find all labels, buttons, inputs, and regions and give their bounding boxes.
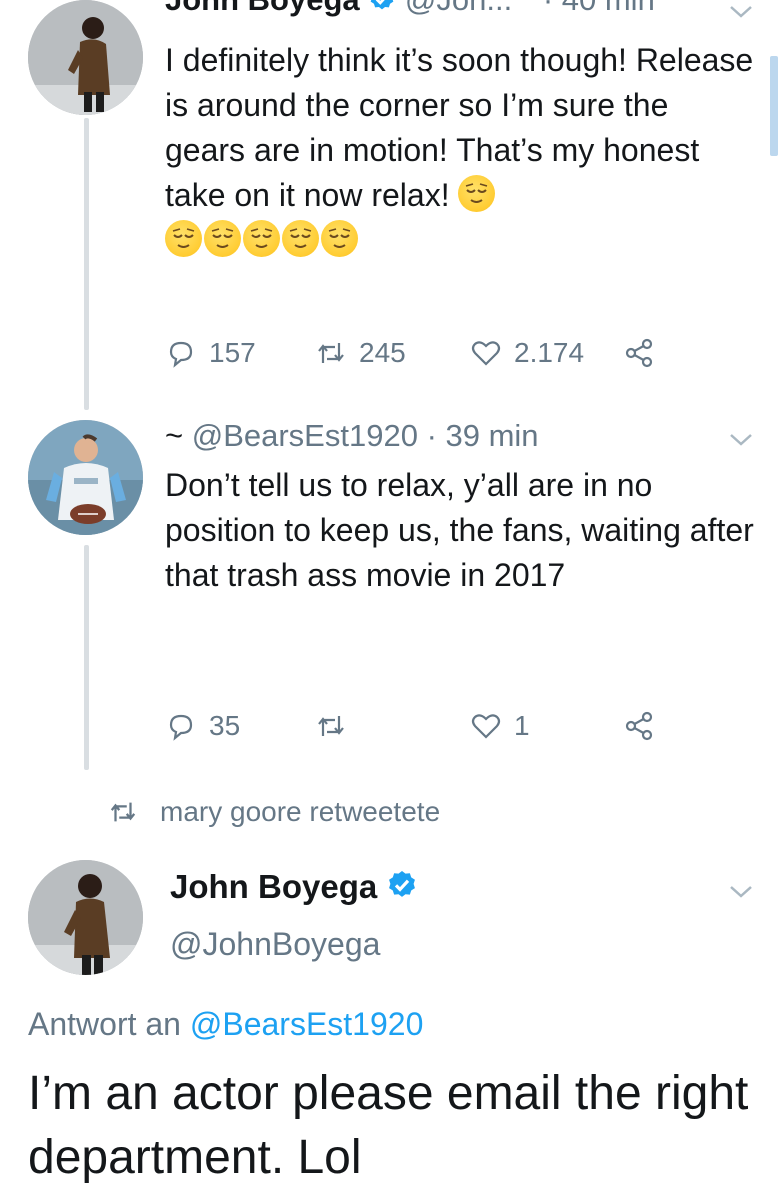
- handle[interactable]: @Jon...: [405, 0, 512, 17]
- main-tweet-name[interactable]: John Boyega: [170, 868, 418, 906]
- share-icon: [625, 338, 653, 368]
- like-button[interactable]: 1: [470, 706, 530, 746]
- relieved-face-emoji-icon: [243, 220, 280, 257]
- timestamp: · 39 min: [426, 418, 539, 453]
- thread-line: [84, 118, 89, 410]
- tweet-header: ~ @BearsEst1920 · 39 min: [165, 418, 539, 454]
- heart-icon: [471, 714, 501, 739]
- reply-context: Antwort an @BearsEst1920: [28, 1006, 423, 1043]
- chevron-down-icon[interactable]: [728, 432, 754, 448]
- reply-count: 157: [209, 337, 256, 368]
- verified-badge-icon: [370, 0, 394, 10]
- retweet-notice: mary goore retweetete: [108, 796, 440, 828]
- retweet-icon: [110, 802, 136, 822]
- relieved-face-emoji-icon: [458, 175, 496, 212]
- share-button[interactable]: [623, 333, 655, 373]
- reply-icon: [169, 714, 193, 741]
- display-name[interactable]: John Boyega: [170, 868, 377, 905]
- timestamp: · 40 min: [543, 0, 655, 17]
- like-button[interactable]: 2.174: [470, 333, 584, 373]
- tweet-text: I definitely think it’s soon though! Rel…: [165, 38, 755, 263]
- share-button[interactable]: [623, 706, 655, 746]
- avatar[interactable]: [28, 0, 143, 115]
- reply-prefix: Antwort an: [28, 1006, 181, 1042]
- heart-icon: [471, 341, 501, 366]
- relieved-face-emoji-icon: [282, 220, 319, 257]
- reply-icon: [169, 341, 193, 368]
- person-silhouette-icon: [28, 0, 143, 115]
- person-silhouette-icon: [28, 860, 143, 975]
- display-name[interactable]: John Boyega: [165, 0, 360, 17]
- avatar[interactable]: [28, 860, 143, 975]
- chevron-down-icon[interactable]: [728, 4, 754, 20]
- person-with-football-icon: [28, 420, 143, 535]
- retweet-button[interactable]: [315, 706, 347, 746]
- scrollbar[interactable]: [770, 56, 778, 156]
- tweet-header: John Boyega @Jon... · 40 min: [165, 0, 655, 18]
- reply-to-link[interactable]: @BearsEst1920: [190, 1006, 424, 1042]
- like-count: 1: [514, 710, 530, 741]
- reply-count: 35: [209, 710, 241, 741]
- reply-button[interactable]: 157: [165, 333, 256, 373]
- like-count: 2.174: [514, 337, 585, 368]
- reply-button[interactable]: 35: [165, 706, 240, 746]
- thread-line: [84, 545, 89, 770]
- share-icon: [625, 711, 653, 741]
- handle[interactable]: @BearsEst1920: [192, 418, 418, 453]
- retweet-icon: [318, 343, 344, 363]
- relieved-face-emoji-icon: [204, 220, 241, 257]
- main-tweet-handle[interactable]: @JohnBoyega: [170, 926, 380, 963]
- retweet-button[interactable]: 245: [315, 333, 406, 373]
- retweeter-name[interactable]: mary goore retweetete: [160, 796, 440, 828]
- retweet-count: 245: [359, 337, 406, 368]
- avatar[interactable]: [28, 420, 143, 535]
- relieved-face-emoji-icon: [165, 220, 202, 257]
- main-tweet-text: I’m an actor please email the right depa…: [28, 1067, 749, 1184]
- display-name[interactable]: ~: [165, 418, 183, 453]
- relieved-face-emoji-icon: [321, 220, 358, 257]
- tweet-text: Don’t tell us to relax, y’all are in no …: [165, 467, 754, 593]
- retweet-icon: [318, 716, 344, 736]
- chevron-down-icon[interactable]: [728, 884, 754, 900]
- verified-badge-icon: [389, 871, 416, 897]
